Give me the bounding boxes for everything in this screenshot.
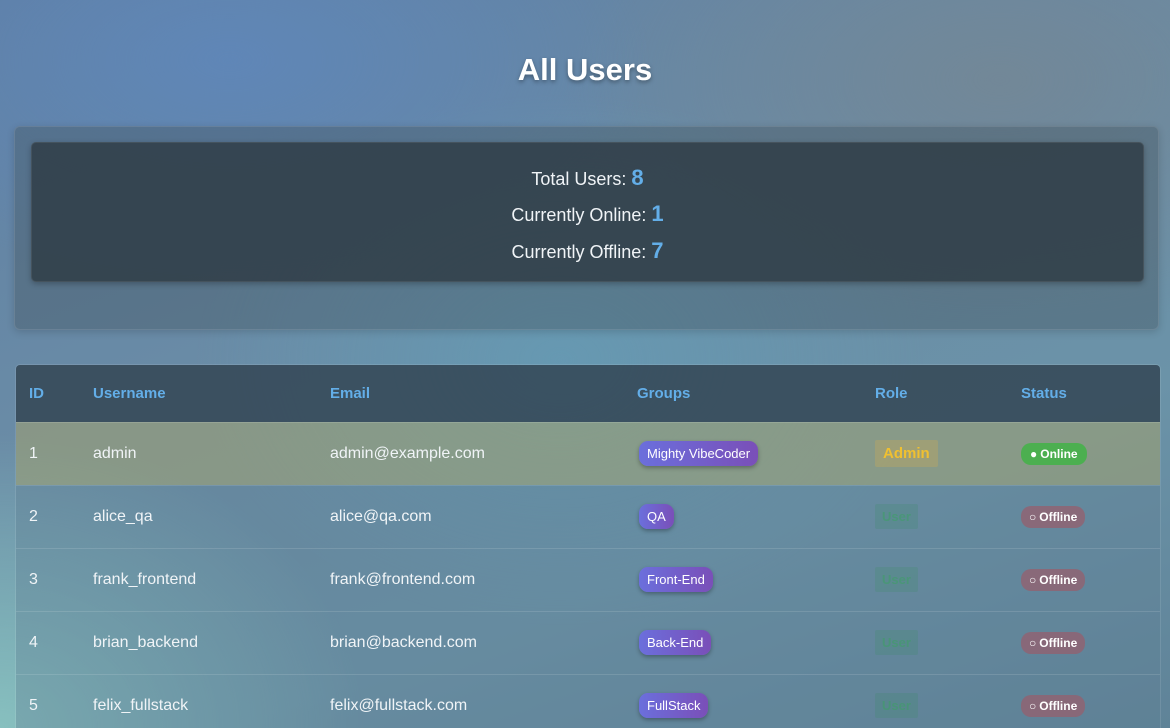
page-title: All Users xyxy=(517,52,653,87)
stat-total-label: Total Users: xyxy=(531,169,632,189)
column-header-status[interactable]: Status xyxy=(1008,365,1160,422)
stat-online-value: 1 xyxy=(651,201,664,226)
cell-email: frank@frontend.com xyxy=(330,570,476,588)
cell-groups: Back-End xyxy=(624,611,862,674)
cell-groups: FullStack xyxy=(624,674,862,728)
group-badge[interactable]: Mighty VibeCoder xyxy=(639,441,759,466)
role-badge-admin: Admin xyxy=(875,440,938,467)
cell-email: brian@backend.com xyxy=(330,633,477,651)
column-header-groups[interactable]: Groups xyxy=(624,365,862,422)
stat-total-users: Total Users: 8 xyxy=(32,165,1143,192)
cell-id: 5 xyxy=(29,696,38,714)
cell-status: ○ Offline xyxy=(1008,674,1160,728)
role-badge-user: User xyxy=(875,567,918,592)
cell-status: ○ Offline xyxy=(1008,611,1160,674)
cell-role: User xyxy=(862,485,1008,548)
cell-role: User xyxy=(862,611,1008,674)
status-label: Online xyxy=(1040,446,1078,461)
status-badge-offline: ○ Offline xyxy=(1021,631,1086,654)
group-badge[interactable]: Back-End xyxy=(639,630,712,655)
role-badge-user: User xyxy=(875,630,918,655)
cell-username: brian_backend xyxy=(93,633,198,651)
status-badge-offline: ○ Offline xyxy=(1021,694,1086,717)
group-badge[interactable]: QA xyxy=(639,504,674,529)
column-header-role[interactable]: Role xyxy=(862,365,1008,422)
table-row[interactable]: 2 alice_qa alice@qa.com QA User ○ Offline xyxy=(16,485,1160,548)
cell-username: alice_qa xyxy=(93,507,153,525)
users-table-container: ID Username Email Groups Role Status 1 a… xyxy=(15,364,1161,728)
status-label: Offline xyxy=(1039,698,1078,713)
cell-id: 4 xyxy=(29,633,38,651)
cell-email: alice@qa.com xyxy=(330,507,432,525)
stat-total-value: 8 xyxy=(631,165,644,190)
group-badge[interactable]: FullStack xyxy=(639,693,709,719)
stat-online-label: Currently Online: xyxy=(511,205,652,225)
stat-online-users: Currently Online: 1 xyxy=(32,201,1143,228)
status-badge-offline: ○ Offline xyxy=(1021,568,1086,591)
cell-email: felix@fullstack.com xyxy=(330,696,468,714)
cell-id: 1 xyxy=(29,444,38,462)
cell-groups: Front-End xyxy=(624,548,862,611)
status-label: Offline xyxy=(1039,572,1078,587)
cell-id: 3 xyxy=(29,570,38,588)
stats-summary-box: Total Users: 8 Currently Online: 1 Curre… xyxy=(31,142,1144,282)
cell-email: admin@example.com xyxy=(330,444,485,462)
table-header-row: ID Username Email Groups Role Status xyxy=(16,365,1160,422)
cell-role: Admin xyxy=(862,422,1008,485)
stat-offline-users: Currently Offline: 7 xyxy=(32,238,1143,265)
stat-offline-label: Currently Offline: xyxy=(511,242,652,262)
table-row[interactable]: 1 admin admin@example.com Mighty VibeCod… xyxy=(16,422,1160,485)
offline-circle-icon: ○ xyxy=(1029,509,1037,524)
online-dot-icon: ● xyxy=(1030,446,1038,461)
stats-panel: Total Users: 8 Currently Online: 1 Curre… xyxy=(14,126,1159,330)
table-row[interactable]: 3 frank_frontend frank@frontend.com Fron… xyxy=(16,548,1160,611)
group-badge[interactable]: Front-End xyxy=(639,567,713,592)
cell-role: User xyxy=(862,674,1008,728)
table-row[interactable]: 5 felix_fullstack felix@fullstack.com Fu… xyxy=(16,674,1160,728)
offline-circle-icon: ○ xyxy=(1029,635,1037,650)
column-header-id[interactable]: ID xyxy=(16,365,80,422)
status-label: Offline xyxy=(1039,635,1078,650)
cell-groups: Mighty VibeCoder xyxy=(624,422,862,485)
table-row[interactable]: 4 brian_backend brian@backend.com Back-E… xyxy=(16,611,1160,674)
cell-groups: QA xyxy=(624,485,862,548)
role-badge-user: User xyxy=(875,504,918,529)
status-badge-online: ● Online xyxy=(1021,442,1087,465)
role-badge-user: User xyxy=(875,693,918,719)
column-header-email[interactable]: Email xyxy=(317,365,624,422)
status-badge-offline: ○ Offline xyxy=(1021,505,1086,528)
cell-status: ○ Offline xyxy=(1008,548,1160,611)
column-header-username[interactable]: Username xyxy=(80,365,317,422)
offline-circle-icon: ○ xyxy=(1029,698,1037,713)
cell-role: User xyxy=(862,548,1008,611)
status-label: Offline xyxy=(1039,509,1078,524)
users-table: ID Username Email Groups Role Status 1 a… xyxy=(16,365,1160,728)
cell-username: felix_fullstack xyxy=(93,696,189,714)
cell-username: admin xyxy=(93,444,137,462)
offline-circle-icon: ○ xyxy=(1029,572,1037,587)
cell-status: ○ Offline xyxy=(1008,485,1160,548)
cell-status: ● Online xyxy=(1008,422,1160,485)
stat-offline-value: 7 xyxy=(651,238,664,263)
cell-username: frank_frontend xyxy=(93,570,197,588)
cell-id: 2 xyxy=(29,507,38,525)
